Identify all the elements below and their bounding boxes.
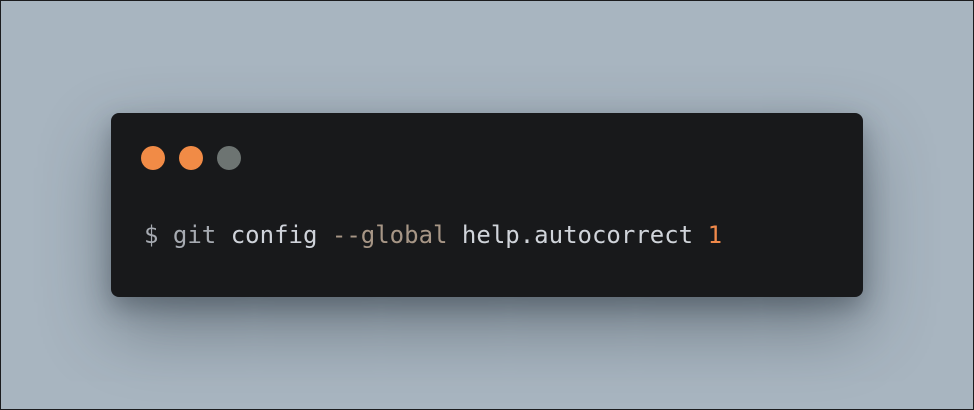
window-dot-icon[interactable] <box>179 146 203 170</box>
terminal-window: $ git config --global help.autocorrect 1 <box>111 113 863 297</box>
prompt-symbol: $ <box>144 221 159 249</box>
command-line[interactable]: $ git config --global help.autocorrect 1 <box>144 217 722 253</box>
window-dot-icon[interactable] <box>141 146 165 170</box>
window-dot-icon[interactable] <box>217 146 241 170</box>
command-flag: --global <box>331 221 448 249</box>
command-name: git <box>172 221 217 249</box>
subcommand: config <box>230 221 318 249</box>
config-value: 1 <box>707 221 723 249</box>
config-key: help.autocorrect <box>461 221 694 249</box>
window-controls <box>141 146 241 170</box>
